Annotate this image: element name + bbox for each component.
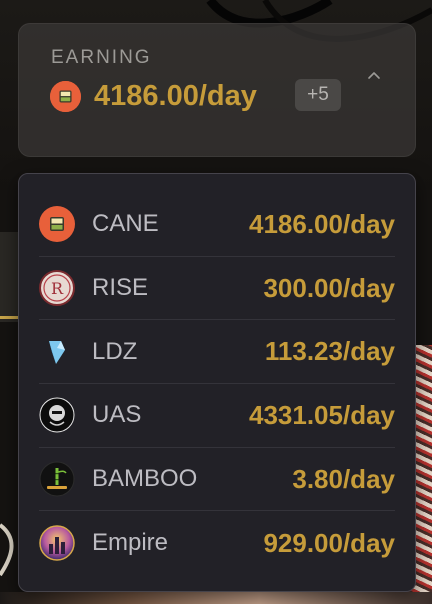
bamboo-token-icon <box>39 461 75 497</box>
token-item-uas[interactable]: UAS 4331.05/day <box>39 384 395 448</box>
token-item-bamboo[interactable]: BAMBOO 3.80/day <box>39 448 395 512</box>
ldz-token-icon <box>39 334 75 370</box>
earning-summary: 4186.00/day <box>50 80 257 112</box>
token-rate: 4331.05/day <box>248 399 395 430</box>
token-rate: 300.00/day <box>263 272 395 303</box>
token-rate: 929.00/day <box>263 527 395 558</box>
token-name: BAMBOO <box>92 465 198 493</box>
cane-token-icon <box>39 206 75 243</box>
token-name: RISE <box>92 274 149 302</box>
rise-token-icon: R <box>39 270 75 307</box>
token-name: LDZ <box>92 337 138 365</box>
token-rate: 113.23/day <box>264 336 395 367</box>
chevron-up-icon[interactable] <box>366 68 382 84</box>
token-item-ldz[interactable]: LDZ 113.23/day <box>39 320 395 385</box>
background-bottom-art <box>0 592 432 604</box>
token-name: CANE <box>92 210 159 238</box>
svg-text:R: R <box>51 279 64 298</box>
more-tokens-badge: +5 <box>295 79 341 111</box>
token-item-empire[interactable]: Empire 929.00/day <box>39 511 395 575</box>
token-item-cane[interactable]: CANE 4186.00/day <box>39 193 395 257</box>
token-rate: 3.80/day <box>292 463 395 494</box>
earning-selector[interactable]: EARNING 4186.00/day +5 <box>18 23 416 157</box>
cane-token-icon <box>50 80 81 112</box>
earning-value: 4186.00/day <box>94 79 257 112</box>
token-name: UAS <box>92 401 142 429</box>
earning-dropdown: CANE 4186.00/day R RISE 300.00/day LDZ 1… <box>18 173 416 592</box>
empire-token-icon <box>39 525 75 562</box>
token-rate: 4186.00/day <box>248 208 395 239</box>
earning-label: EARNING <box>51 47 152 68</box>
token-item-rise[interactable]: R RISE 300.00/day <box>39 257 395 321</box>
uas-token-icon <box>39 397 75 433</box>
token-list: CANE 4186.00/day R RISE 300.00/day LDZ 1… <box>39 193 395 575</box>
token-name: Empire <box>92 529 169 557</box>
